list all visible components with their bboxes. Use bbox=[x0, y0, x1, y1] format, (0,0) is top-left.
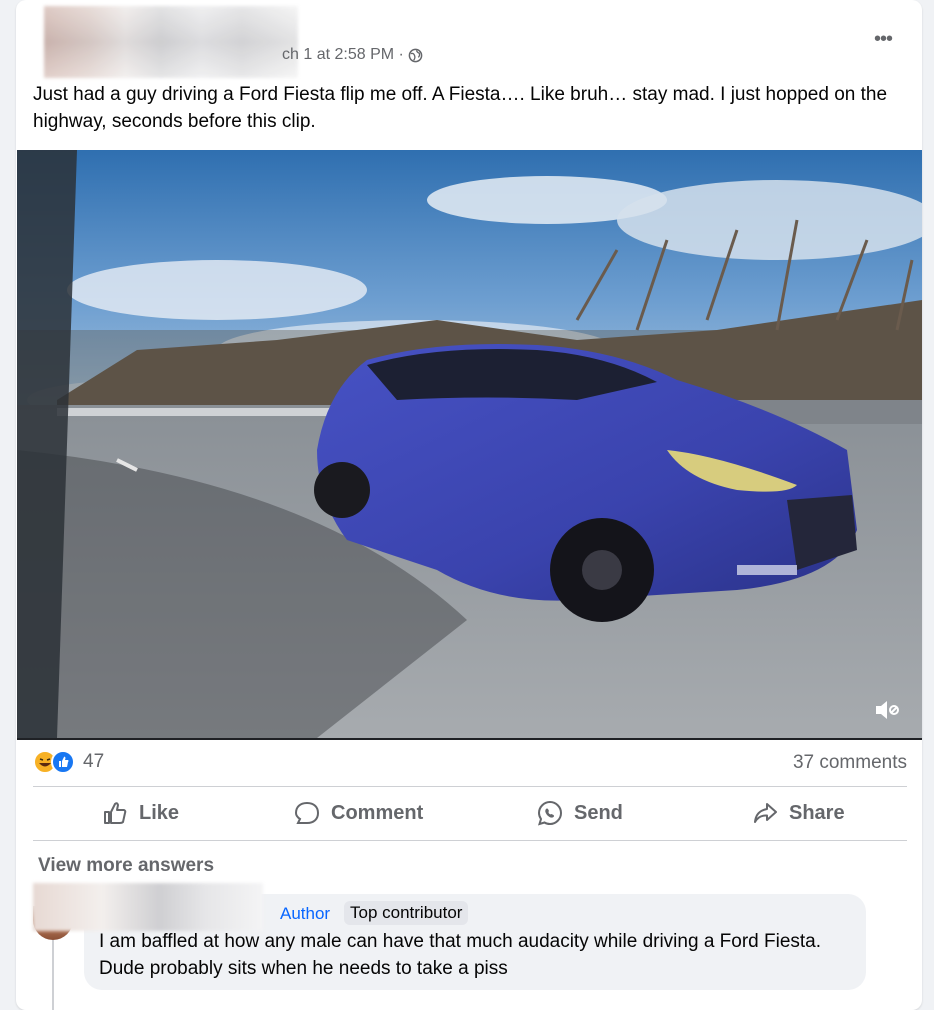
author-label: Author bbox=[280, 904, 331, 923]
action-bar: Like Comment Send Share bbox=[33, 786, 907, 840]
thread-line bbox=[52, 940, 54, 1010]
mute-icon[interactable] bbox=[872, 696, 902, 724]
post-timestamp[interactable]: ch 1 at 2:58 PM · bbox=[282, 46, 423, 64]
video-player[interactable] bbox=[17, 150, 922, 740]
like-icon bbox=[51, 750, 75, 774]
more-options-icon[interactable]: ••• bbox=[870, 28, 896, 50]
post-text: Just had a guy driving a Ford Fiesta fli… bbox=[33, 84, 888, 132]
comment-button[interactable]: Comment bbox=[293, 786, 423, 840]
top-contributor-badge: Top contributor bbox=[344, 901, 469, 925]
reaction-summary[interactable]: 47 bbox=[33, 750, 104, 774]
blurred-author-name bbox=[44, 6, 298, 78]
blurred-commenter-name[interactable] bbox=[33, 883, 263, 931]
share-button[interactable]: Share bbox=[751, 786, 845, 840]
reaction-count: 47 bbox=[83, 751, 105, 772]
video-frame-image bbox=[17, 150, 922, 738]
share-icon bbox=[754, 803, 777, 823]
globe-icon bbox=[408, 48, 423, 62]
comment-text: I am baffled at how any male can have th… bbox=[99, 931, 822, 979]
send-button[interactable]: Send bbox=[536, 786, 623, 840]
comment-icon bbox=[294, 801, 320, 824]
view-more-answers-link[interactable]: View more answers bbox=[38, 855, 214, 877]
divider bbox=[33, 840, 907, 841]
like-icon bbox=[104, 802, 127, 824]
comments-count-link[interactable]: 37 comments bbox=[793, 752, 907, 774]
send-icon bbox=[537, 800, 563, 826]
like-button[interactable]: Like bbox=[101, 786, 179, 840]
